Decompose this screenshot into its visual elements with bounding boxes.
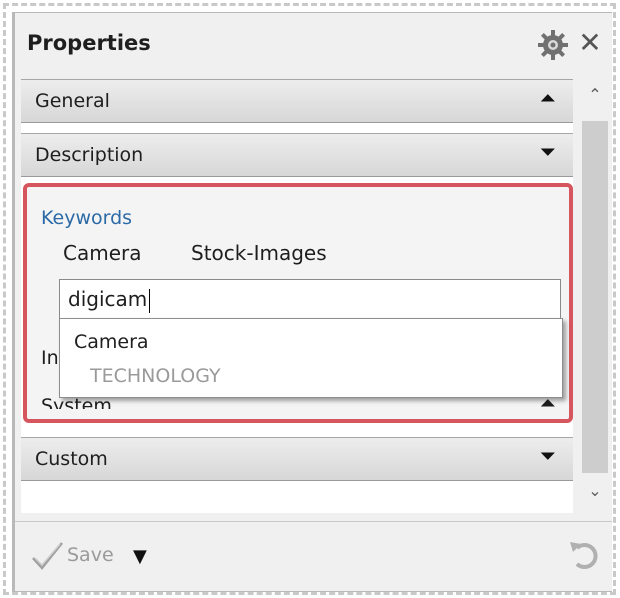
- close-icon[interactable]: ✕: [577, 27, 603, 59]
- scroll-down-icon[interactable]: ⌄: [578, 481, 612, 500]
- suggestion-title: Camera: [74, 331, 149, 353]
- section-description[interactable]: Description ⏷: [21, 133, 573, 177]
- section-general[interactable]: General ⏶: [21, 79, 573, 123]
- checkmark-icon[interactable]: [29, 538, 65, 574]
- keyword-tag[interactable]: Stock-Images: [191, 241, 327, 265]
- gear-icon[interactable]: [537, 29, 569, 61]
- section-description-label: Description: [35, 144, 144, 166]
- section-custom-label: Custom: [35, 448, 108, 470]
- chevron-up-icon: ⏶: [540, 88, 555, 109]
- save-button[interactable]: Save: [67, 544, 114, 566]
- section-general-label: General: [35, 90, 110, 112]
- chevron-down-icon: ⏷: [540, 446, 555, 467]
- hidden-section-label: In: [41, 347, 59, 369]
- autocomplete-suggestion[interactable]: Camera TECHNOLOGY: [59, 318, 563, 398]
- title-bar: Properties ✕: [15, 13, 612, 79]
- properties-panel: Properties ✕ General ⏶ Description ⏷ Key…: [12, 12, 612, 592]
- keyword-tag[interactable]: Camera: [63, 241, 142, 265]
- scroll-up-icon[interactable]: ⌃: [578, 85, 612, 104]
- panel-title: Properties: [27, 31, 151, 55]
- vertical-scrollbar[interactable]: ⌃ ⌄: [578, 81, 612, 513]
- keywords-label: Keywords: [41, 207, 133, 229]
- scroll-thumb[interactable]: [582, 121, 608, 473]
- chevron-down-icon: ⏷: [540, 142, 555, 163]
- text-caret: [149, 288, 151, 313]
- suggestion-category: TECHNOLOGY: [90, 365, 221, 387]
- footer-bar: Save ▼: [15, 521, 612, 591]
- section-custom[interactable]: Custom ⏷: [21, 437, 573, 481]
- save-dropdown-icon[interactable]: ▼: [133, 546, 147, 567]
- keyword-input-value: digicam: [68, 287, 148, 311]
- undo-icon[interactable]: [565, 536, 603, 574]
- keyword-input[interactable]: digicam: [59, 279, 561, 319]
